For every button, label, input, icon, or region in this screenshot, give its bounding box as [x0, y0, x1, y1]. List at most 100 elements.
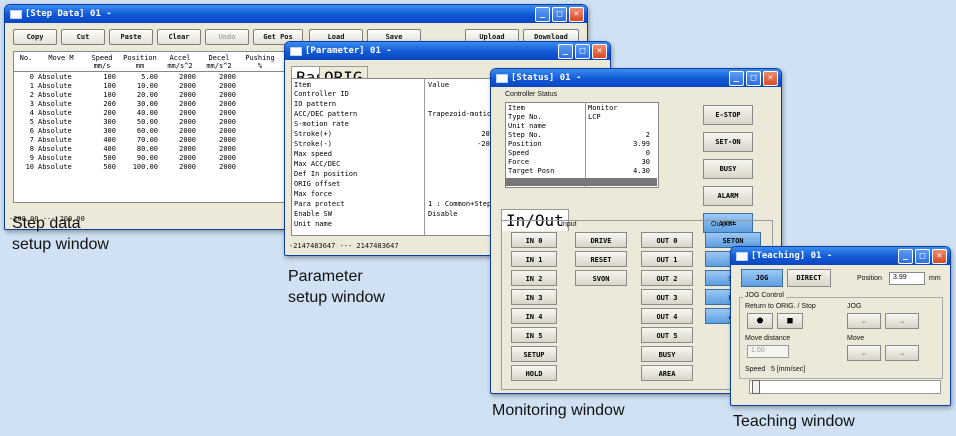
output-button-out-1[interactable]: OUT 1 — [641, 251, 693, 267]
close-icon[interactable]: ✕ — [763, 71, 778, 86]
status-titlebar[interactable]: [Status] 01 - _ □ ✕ — [491, 69, 781, 87]
parameter-item[interactable]: IO pattern — [294, 100, 422, 108]
maximize-icon[interactable]: □ — [746, 71, 761, 86]
table-cell[interactable]: 2000 — [162, 145, 196, 153]
toolbar-button-undo[interactable]: Undo — [205, 29, 249, 45]
status-button-alarm[interactable]: ALARM — [703, 186, 753, 206]
table-cell[interactable]: 2000 — [200, 145, 236, 153]
table-cell[interactable]: 2000 — [162, 100, 196, 108]
parameter-item[interactable]: Def In position — [294, 170, 422, 178]
table-cell[interactable]: 300 — [86, 127, 116, 135]
toolbar-button-paste[interactable]: Paste — [109, 29, 153, 45]
move-plus-button[interactable]: → — [885, 345, 919, 361]
input-button-drive[interactable]: DRIVE — [575, 232, 627, 248]
table-cell[interactable]: Absolute — [38, 109, 82, 117]
table-cell[interactable]: 5 — [16, 118, 34, 126]
table-cell[interactable]: 40.00 — [120, 109, 158, 117]
table-cell[interactable]: 1 — [16, 82, 34, 90]
move-distance-input[interactable]: 1.00 — [747, 345, 789, 358]
parameter-item[interactable]: S-motion rate — [294, 120, 422, 128]
table-cell[interactable]: 2000 — [162, 82, 196, 90]
parameter-value[interactable]: 200 — [428, 130, 494, 138]
output-button-busy[interactable]: BUSY — [641, 346, 693, 362]
table-cell[interactable]: 30.00 — [120, 100, 158, 108]
parameter-value[interactable]: 5 — [428, 160, 494, 168]
close-icon[interactable]: ✕ — [592, 44, 607, 59]
table-cell[interactable]: 100 — [86, 91, 116, 99]
table-cell[interactable]: Absolute — [38, 163, 82, 171]
input-button-in-5[interactable]: IN 5 — [511, 327, 557, 343]
toolbar-button-cut[interactable]: Cut — [61, 29, 105, 45]
toolbar-button-clear[interactable]: Clear — [157, 29, 201, 45]
parameter-item[interactable]: Max speed — [294, 150, 422, 158]
table-cell[interactable]: 400 — [86, 145, 116, 153]
input-button-in-1[interactable]: IN 1 — [511, 251, 557, 267]
table-cell[interactable]: 2000 — [162, 154, 196, 162]
table-cell[interactable]: Absolute — [38, 127, 82, 135]
table-cell[interactable]: 200 — [86, 109, 116, 117]
stop-button[interactable]: ■ — [777, 313, 803, 329]
table-cell[interactable]: 60.00 — [120, 127, 158, 135]
table-cell[interactable]: 10 — [16, 163, 34, 171]
speed-slider-thumb[interactable] — [752, 380, 760, 394]
table-cell[interactable]: 10.00 — [120, 82, 158, 90]
table-cell[interactable]: Absolute — [38, 82, 82, 90]
close-icon[interactable]: ✕ — [569, 7, 584, 22]
table-cell[interactable]: 2000 — [162, 73, 196, 81]
input-button-svon[interactable]: SVON — [575, 270, 627, 286]
parameter-item[interactable]: Max force — [294, 190, 422, 198]
table-cell[interactable]: 2000 — [162, 127, 196, 135]
table-cell[interactable]: 2000 — [162, 109, 196, 117]
table-cell[interactable]: 2000 — [200, 73, 236, 81]
minimize-icon[interactable]: _ — [535, 7, 550, 22]
table-cell[interactable]: Absolute — [38, 91, 82, 99]
step-data-titlebar[interactable]: [Step Data] 01 - _ □ ✕ — [5, 5, 587, 23]
output-button-out-4[interactable]: OUT 4 — [641, 308, 693, 324]
input-button-hold[interactable]: HOLD — [511, 365, 557, 381]
output-button-out-5[interactable]: OUT 5 — [641, 327, 693, 343]
table-cell[interactable]: 2000 — [200, 82, 236, 90]
table-cell[interactable]: 200 — [86, 100, 116, 108]
table-cell[interactable]: 2000 — [200, 100, 236, 108]
table-cell[interactable]: Absolute — [38, 118, 82, 126]
parameter-item[interactable]: Max ACC/DEC — [294, 160, 422, 168]
table-cell[interactable]: 6 — [16, 127, 34, 135]
maximize-icon[interactable]: □ — [915, 249, 930, 264]
parameter-value[interactable]: 0 — [428, 180, 494, 188]
parameter-item[interactable]: Unit name — [294, 220, 422, 228]
minimize-icon[interactable]: _ — [729, 71, 744, 86]
table-cell[interactable]: 2000 — [200, 136, 236, 144]
parameter-item[interactable]: Controller ID — [294, 90, 422, 98]
table-cell[interactable]: 3 — [16, 100, 34, 108]
table-cell[interactable]: 80.00 — [120, 145, 158, 153]
input-button-in-0[interactable]: IN 0 — [511, 232, 557, 248]
table-cell[interactable]: 2000 — [200, 91, 236, 99]
table-cell[interactable]: 500 — [86, 154, 116, 162]
table-cell[interactable]: 8 — [16, 145, 34, 153]
parameter-item[interactable]: Stroke(+) — [294, 130, 422, 138]
table-cell[interactable]: 2000 — [200, 109, 236, 117]
table-cell[interactable]: 9 — [16, 154, 34, 162]
maximize-icon[interactable]: □ — [575, 44, 590, 59]
table-cell[interactable]: Absolute — [38, 136, 82, 144]
status-button-set-on[interactable]: SET-ON — [703, 132, 753, 152]
table-cell[interactable]: 2000 — [162, 163, 196, 171]
parameter-value[interactable]: -200 — [428, 140, 494, 148]
teaching-titlebar[interactable]: [Teaching] 01 - _ □ ✕ — [731, 247, 950, 265]
input-button-reset[interactable]: RESET — [575, 251, 627, 267]
table-cell[interactable]: 2000 — [162, 118, 196, 126]
table-cell[interactable]: 50.00 — [120, 118, 158, 126]
minimize-icon[interactable]: _ — [558, 44, 573, 59]
parameter-item[interactable]: ACC/DEC pattern — [294, 110, 422, 118]
table-cell[interactable]: 500 — [86, 163, 116, 171]
table-cell[interactable]: 70.00 — [120, 136, 158, 144]
table-cell[interactable]: 2000 — [200, 118, 236, 126]
table-cell[interactable]: 20.00 — [120, 91, 158, 99]
table-cell[interactable]: 2000 — [162, 136, 196, 144]
input-button-setup[interactable]: SETUP — [511, 346, 557, 362]
table-cell[interactable]: Absolute — [38, 154, 82, 162]
table-cell[interactable]: 90.00 — [120, 154, 158, 162]
table-cell[interactable]: Absolute — [38, 145, 82, 153]
output-button-area[interactable]: AREA — [641, 365, 693, 381]
table-cell[interactable]: 5.00 — [120, 73, 158, 81]
